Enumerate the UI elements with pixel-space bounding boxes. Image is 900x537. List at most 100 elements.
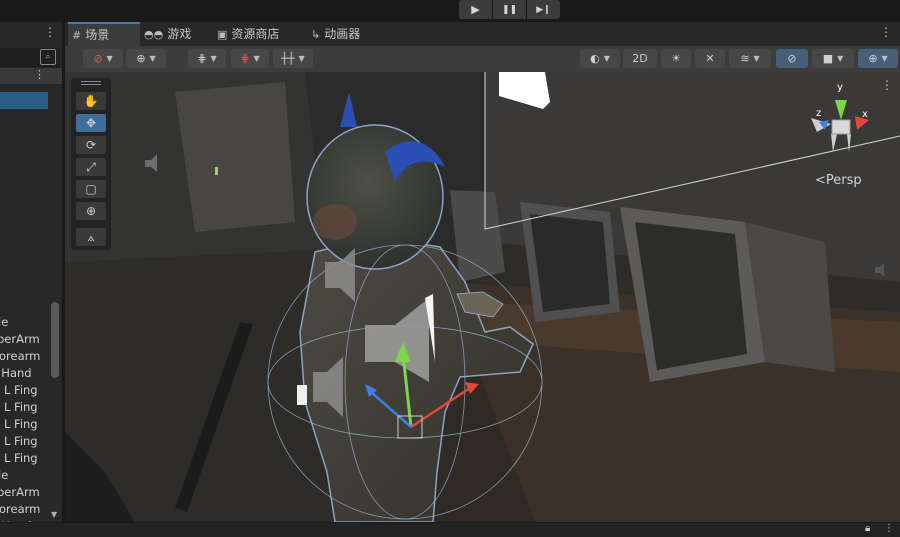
2d-label: 2D [632, 52, 648, 65]
hierarchy-row[interactable]: le [0, 467, 48, 484]
hierarchy-row-label: 1 L Fing [0, 383, 38, 397]
viewport-menu-icon[interactable]: ⋮ [881, 78, 893, 92]
grid-snapping-dropdown[interactable]: ⋕ ▼ [188, 49, 226, 68]
eye-hidden-icon: ⊘ [787, 52, 797, 65]
pivot-icon: ⊘ [93, 52, 103, 65]
camera-dropdown[interactable]: ■ ▼ [812, 49, 854, 68]
tab-game-label: 游戏 [167, 27, 192, 41]
animator-icon: ↳ [311, 28, 321, 41]
play-icon: ▶ [471, 3, 480, 16]
hierarchy-scene-row[interactable]: ⋮ [0, 68, 62, 84]
hierarchy-row[interactable]: le [0, 314, 48, 331]
play-button[interactable]: ▶ [459, 0, 492, 19]
lighting-toggle-button[interactable]: ☀ [661, 49, 691, 68]
effects-dropdown[interactable]: ≋ ▼ [729, 49, 771, 68]
tool-handle-dropdown[interactable]: ⊘ ▼ [83, 49, 123, 68]
gizmos-dropdown[interactable]: ⊕ ▼ [858, 49, 898, 68]
chevron-down-icon: ▼ [253, 54, 260, 63]
globe-icon: ⊕ [136, 52, 146, 65]
draw-mode-dropdown[interactable]: ◐ ▼ [580, 49, 620, 68]
mute-icon: ✕ [705, 52, 715, 65]
tab-asset-store[interactable]: ▣ 资源商店 [213, 22, 307, 46]
hierarchy-row[interactable]: . Hand [0, 365, 48, 382]
hierarchy-row[interactable]: 1 L Fing [0, 399, 48, 416]
scene-viewport[interactable]: ✋ ✥ ⟳ ⤢ ▢ ⊕ ⟑ ⋮ <Persp z x y [65, 72, 900, 522]
tab-animator[interactable]: ↳ 动画器 [307, 22, 381, 46]
hand-tool-button[interactable]: ✋ [76, 92, 106, 110]
hierarchy-row-label: le [0, 468, 9, 482]
move-icon: ✥ [85, 116, 97, 130]
rotate-tool-button[interactable]: ⟳ [76, 136, 106, 154]
audio-toggle-button[interactable]: ✕ [695, 49, 725, 68]
transform-tool-button[interactable]: ⊕ [76, 202, 106, 220]
tab-asset-store-label: 资源商店 [231, 27, 280, 41]
step-icon: ▶❙ [536, 4, 551, 15]
light-icon: ☀ [671, 52, 681, 65]
scrollbar-thumb[interactable] [51, 302, 59, 378]
tab-game[interactable]: ◓◓ 游戏 [140, 22, 216, 46]
pause-button[interactable]: ❚❚ [493, 0, 526, 19]
play-controls: ▶ ❚❚ ▶❙ [459, 0, 560, 19]
camera-icon: ■ [822, 52, 834, 65]
hierarchy-row[interactable]: perArm [0, 484, 48, 501]
tab-animator-label: 动画器 [324, 27, 361, 41]
hierarchy-header: ⋮ [0, 22, 62, 46]
hierarchy-row-label: orearm [0, 349, 41, 363]
scene-menu-icon[interactable]: ⋮ [34, 68, 45, 81]
hierarchy-row-label: 1 L Fing [0, 417, 38, 431]
scroll-down-icon[interactable]: ▼ [51, 510, 57, 519]
tab-scene-label: 场景 [85, 28, 110, 42]
lock-icon[interactable]: 🔒︎ [865, 523, 870, 534]
custom-tool-button[interactable]: ⟑ [76, 228, 106, 246]
hierarchy-row[interactable]: orearm [0, 348, 48, 365]
hierarchy-row-label: 1 L Fing [0, 400, 38, 414]
gizmo-y-label: y [837, 82, 843, 93]
tab-menu-icon[interactable]: ⋮ [880, 25, 892, 39]
gizmo-z-label: z [816, 108, 822, 119]
custom-tool-icon: ⟑ [87, 229, 95, 244]
step-button[interactable]: ▶❙ [527, 0, 560, 19]
hierarchy-row[interactable]: 1 L Fing [0, 382, 48, 399]
gizmo-globe-icon: ⊕ [868, 52, 878, 65]
bottom-menu-icon[interactable]: ⋮ [884, 523, 894, 534]
hierarchy-row[interactable]: 1 L Fing [0, 450, 48, 467]
hierarchy-scrollbar[interactable]: ▼ [49, 84, 62, 522]
hierarchy-row-label: . Hand [0, 366, 32, 380]
ruler-dropdown[interactable]: ┼┼ ▼ [273, 49, 313, 68]
global-local-dropdown[interactable]: ⊕ ▼ [126, 49, 166, 68]
hierarchy-row-label: perArm [0, 485, 40, 499]
2d-toggle-button[interactable]: 2D [623, 49, 657, 68]
search-icon[interactable]: ⌕ [40, 49, 56, 65]
snap-increment-icon: ⋕ [240, 52, 250, 65]
transform-icon: ⊕ [85, 204, 97, 218]
scale-tool-button[interactable]: ⤢ [76, 158, 106, 176]
scene-toolbar: ⊘ ▼ ⊕ ▼ ⋕ ▼ ⋕ ▼ ┼┼ ▼ ◐ ▼ 2D ☀ ✕ ≋ ▼ ⊘ ■ ▼ ⊕ ▼ [65, 46, 900, 73]
increment-snap-dropdown[interactable]: ⋕ ▼ [231, 49, 269, 68]
grid-snap-icon: ⋕ [197, 52, 207, 65]
gamepad-icon: ◓◓ [144, 28, 164, 41]
overlay-drag-handle[interactable] [81, 81, 101, 85]
chevron-down-icon: ▼ [881, 54, 888, 63]
hierarchy-row[interactable]: orearm [0, 501, 48, 518]
scene-tools-overlay: ✋ ✥ ⟳ ⤢ ▢ ⊕ ⟑ [71, 78, 111, 250]
rect-icon: ▢ [85, 182, 97, 196]
pause-icon: ❚❚ [501, 4, 518, 15]
scene-visibility-button[interactable]: ⊘ [776, 49, 808, 68]
store-icon: ▣ [217, 28, 228, 41]
perspective-label[interactable]: <Persp [815, 173, 862, 188]
hierarchy-selected-row[interactable] [0, 92, 48, 109]
hierarchy-row[interactable]: perArm [0, 331, 48, 348]
chevron-down-icon: ▼ [837, 54, 844, 63]
move-tool-button[interactable]: ✥ [76, 114, 106, 132]
hierarchy-row[interactable]: 1 L Fing [0, 433, 48, 450]
scene-tab-bar: # 场景 ◓◓ 游戏 ▣ 资源商店 ↳ 动画器 ⋮ [65, 22, 900, 46]
tab-scene[interactable]: # 场景 [68, 22, 140, 46]
rect-tool-button[interactable]: ▢ [76, 180, 106, 198]
layers-icon: ≋ [740, 52, 750, 65]
hierarchy-search-field[interactable]: ⌕ [0, 48, 60, 67]
chevron-down-icon: ▼ [210, 54, 217, 63]
hierarchy-row[interactable]: 1 L Fing [0, 416, 48, 433]
hierarchy-menu-icon[interactable]: ⋮ [44, 25, 56, 39]
scene-grid-icon: # [72, 29, 82, 42]
scale-icon: ⤢ [86, 159, 96, 174]
